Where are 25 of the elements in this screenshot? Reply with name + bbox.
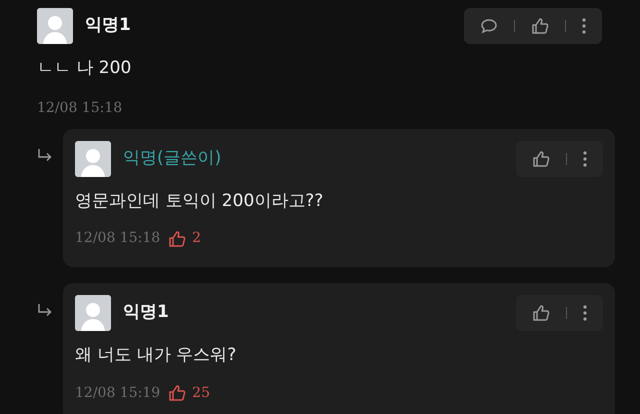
avatar-icon xyxy=(37,8,73,44)
reply-arrow-icon xyxy=(37,302,53,317)
author-name: 익명1 xyxy=(85,14,131,38)
comment-text: 영문과인데 토익이 200이라고?? xyxy=(75,190,324,212)
like-count: 2 xyxy=(192,229,202,248)
thumbs-up-icon xyxy=(532,150,550,168)
comment-text: 왜 너도 내가 우스워? xyxy=(75,344,238,367)
thumbs-up-icon xyxy=(531,17,549,35)
more-icon xyxy=(583,304,587,322)
more-icon xyxy=(582,17,586,35)
avatar-icon xyxy=(75,295,111,331)
author-name: 익명1 xyxy=(123,301,169,324)
like-count-icon xyxy=(168,230,186,248)
avatar-icon xyxy=(75,140,111,176)
comment-text: ㄴㄴ 나 200 xyxy=(37,57,132,80)
author-name: 익명(글쓴이) xyxy=(123,146,222,170)
thumbs-up-icon xyxy=(532,304,550,322)
like-count: 25 xyxy=(192,384,210,402)
more-icon xyxy=(583,150,587,168)
reply-arrow-icon xyxy=(37,148,53,162)
like-count-icon xyxy=(168,384,186,402)
timestamp: 12/08 15:18 xyxy=(37,98,122,118)
timestamp: 12/08 15:18 xyxy=(75,229,160,248)
timestamp: 12/08 15:19 xyxy=(75,384,160,402)
comment-icon xyxy=(480,17,498,35)
